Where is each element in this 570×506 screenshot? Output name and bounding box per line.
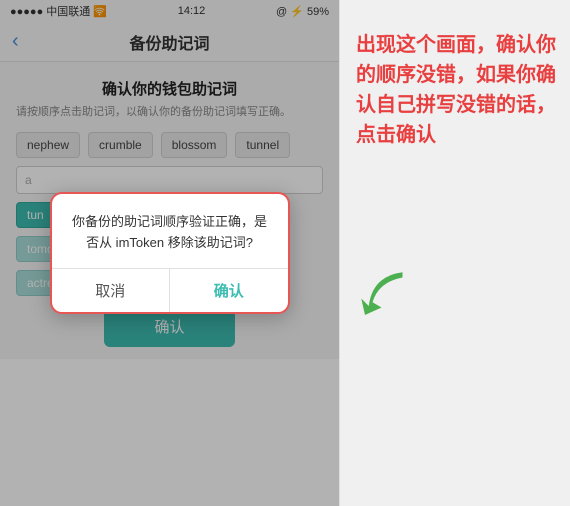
phone-screen: ●●●●● 中国联通 🛜 14:12 @ ⚡ 59% ‹ 备份助记词 确认你的钱… xyxy=(0,0,340,506)
annotation-area: 出现这个画面，确认你的顺序没错，如果你确认自己拼写没错的话，点击确认 xyxy=(340,0,570,506)
dialog: 你备份的助记词顺序验证正确，是否从 imToken 移除该助记词? 取消 确认 xyxy=(50,192,290,314)
dialog-confirm-button[interactable]: 确认 xyxy=(170,269,288,312)
annotation-text: 出现这个画面，确认你的顺序没错，如果你确认自己拼写没错的话，点击确认 xyxy=(356,30,558,150)
dialog-overlay: 你备份的助记词顺序验证正确，是否从 imToken 移除该助记词? 取消 确认 xyxy=(0,0,339,506)
dialog-actions: 取消 确认 xyxy=(52,268,288,312)
arrow-container xyxy=(350,261,410,326)
dialog-body: 你备份的助记词顺序验证正确，是否从 imToken 移除该助记词? xyxy=(52,194,288,268)
dialog-text: 你备份的助记词顺序验证正确，是否从 imToken 移除该助记词? xyxy=(68,212,272,254)
dialog-cancel-button[interactable]: 取消 xyxy=(52,269,171,312)
arrow-icon xyxy=(350,261,410,321)
